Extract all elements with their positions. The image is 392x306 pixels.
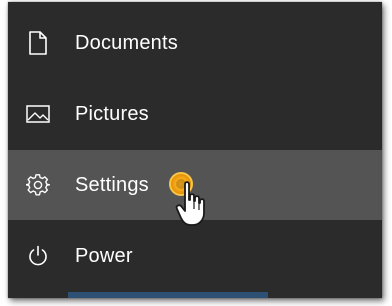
taskbar-accent-strip bbox=[68, 292, 268, 298]
document-icon bbox=[26, 31, 50, 55]
pictures-icon bbox=[26, 102, 50, 126]
menu-item-label: Pictures bbox=[75, 102, 149, 125]
menu-item-pictures[interactable]: Pictures bbox=[8, 79, 382, 149]
menu-item-documents[interactable]: Documents bbox=[8, 8, 382, 78]
menu-item-label: Documents bbox=[75, 31, 178, 54]
power-icon bbox=[26, 244, 50, 268]
menu-item-label: Settings bbox=[75, 173, 149, 196]
start-menu-panel: Documents Pictures Settings Power bbox=[8, 2, 382, 298]
gear-icon bbox=[26, 173, 50, 197]
menu-item-power[interactable]: Power bbox=[8, 221, 382, 291]
menu-item-settings[interactable]: Settings bbox=[8, 150, 382, 220]
menu-item-label: Power bbox=[75, 244, 133, 267]
